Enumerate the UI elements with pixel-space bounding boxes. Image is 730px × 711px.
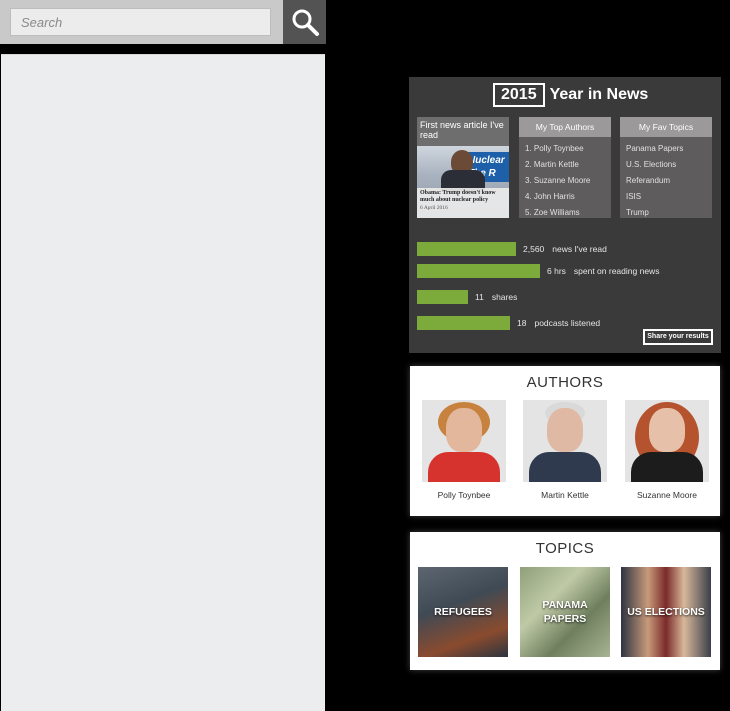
search-bar — [0, 0, 326, 44]
search-button[interactable] — [283, 0, 326, 44]
stat-label: news I've read — [552, 244, 607, 254]
fav-topics-card: My Fav Topics Panama Papers U.S. Electio… — [620, 117, 712, 218]
top-author-item[interactable]: 1. Polly Toynbee — [525, 141, 605, 157]
topic-card-us-elections[interactable]: US ELECTIONS — [621, 567, 711, 657]
topic-label: PANAMA PAPERS — [542, 599, 588, 625]
search-input[interactable] — [10, 8, 271, 36]
year-badge: 2015 — [493, 83, 545, 107]
article-caption: Obama: Trump doesn't know much about nuc… — [417, 188, 509, 218]
author-photo — [625, 400, 709, 482]
author-name: Polly Toynbee — [437, 490, 491, 500]
stat-text: 18 podcasts listened — [517, 318, 600, 328]
year-in-news-title: 2015 Year in News — [493, 83, 648, 107]
stat-bar — [417, 290, 468, 304]
article-photo: Nuclear The R Obama: Trump doesn't know … — [417, 146, 509, 218]
top-author-item[interactable]: 5. Zoe Williams — [525, 205, 605, 221]
face — [547, 408, 583, 452]
stat-reading-time: 6 hrs spent on reading news — [417, 264, 659, 278]
authors-panel: AUTHORS Polly Toynbee Martin Kettle Suza… — [410, 366, 720, 516]
clothing — [631, 452, 703, 482]
author-photo — [422, 400, 506, 482]
stat-number: 18 — [517, 318, 527, 328]
stat-text: 11 shares — [475, 292, 517, 302]
top-author-item[interactable]: 4. John Harris — [525, 189, 605, 205]
stat-podcasts: 18 podcasts listened — [417, 316, 600, 330]
fav-topics-header: My Fav Topics — [620, 117, 712, 137]
topic-card-panama-papers[interactable]: PANAMA PAPERS — [520, 567, 610, 657]
stat-bar — [417, 264, 540, 278]
stat-label: podcasts listened — [534, 318, 601, 328]
author-name: Suzanne Moore — [636, 490, 697, 500]
stat-text: 6 hrs spent on reading news — [547, 266, 659, 276]
face — [446, 408, 482, 452]
stat-label: shares — [491, 292, 518, 302]
fav-topic-item[interactable]: Referandum — [626, 173, 706, 189]
author-name: Martin Kettle — [541, 490, 589, 500]
stat-bar — [417, 316, 510, 330]
fav-topic-item[interactable]: Panama Papers — [626, 141, 706, 157]
stat-number: 6 hrs — [547, 266, 566, 276]
topic-label: US ELECTIONS — [627, 606, 705, 618]
results-panel — [1, 54, 325, 711]
top-author-item[interactable]: 2. Martin Kettle — [525, 157, 605, 173]
author-card-martin-kettle[interactable]: Martin Kettle — [523, 400, 607, 500]
search-icon — [292, 9, 319, 36]
fav-topic-item[interactable]: Trump — [626, 205, 706, 221]
top-author-item[interactable]: 3. Suzanne Moore — [525, 173, 605, 189]
fav-topic-item[interactable]: U.S. Elections — [626, 157, 706, 173]
fav-topic-item[interactable]: ISIS — [626, 189, 706, 205]
stat-text: 2,560 news I've read — [523, 244, 607, 254]
authors-title: AUTHORS — [526, 374, 604, 391]
topics-panel: TOPICS REFUGEES PANAMA PAPERS US ELECTIO… — [410, 532, 720, 670]
topic-card-refugees[interactable]: REFUGEES — [418, 567, 508, 657]
clothing — [529, 452, 601, 482]
stat-news-read: 2,560 news I've read — [417, 242, 607, 256]
article-date: 6 April 2016 — [420, 205, 448, 211]
face — [649, 408, 685, 452]
first-article-card[interactable]: First news article I've read Nuclear The… — [417, 117, 509, 218]
stat-shares: 11 shares — [417, 290, 517, 304]
share-results-button[interactable]: Share your results — [643, 329, 713, 345]
topics-title: TOPICS — [535, 540, 595, 557]
year-in-news-panel: 2015 Year in News First news article I'v… — [409, 77, 721, 353]
clothing — [428, 452, 500, 482]
top-authors-header: My Top Authors — [519, 117, 611, 137]
author-photo — [523, 400, 607, 482]
year-in-news-heading: Year in News — [549, 86, 649, 103]
author-card-polly-toynbee[interactable]: Polly Toynbee — [422, 400, 506, 500]
topic-label: REFUGEES — [434, 606, 492, 618]
author-card-suzanne-moore[interactable]: Suzanne Moore — [625, 400, 709, 500]
article-headline: Obama: Trump doesn't know much about nuc… — [420, 190, 496, 203]
first-article-header: First news article I've read — [417, 117, 509, 146]
top-authors-card: My Top Authors 1. Polly Toynbee 2. Marti… — [519, 117, 611, 218]
stat-bar — [417, 242, 516, 256]
stat-number: 2,560 — [523, 244, 545, 254]
stat-label: spent on reading news — [573, 266, 660, 276]
stat-number: 11 — [475, 292, 484, 302]
